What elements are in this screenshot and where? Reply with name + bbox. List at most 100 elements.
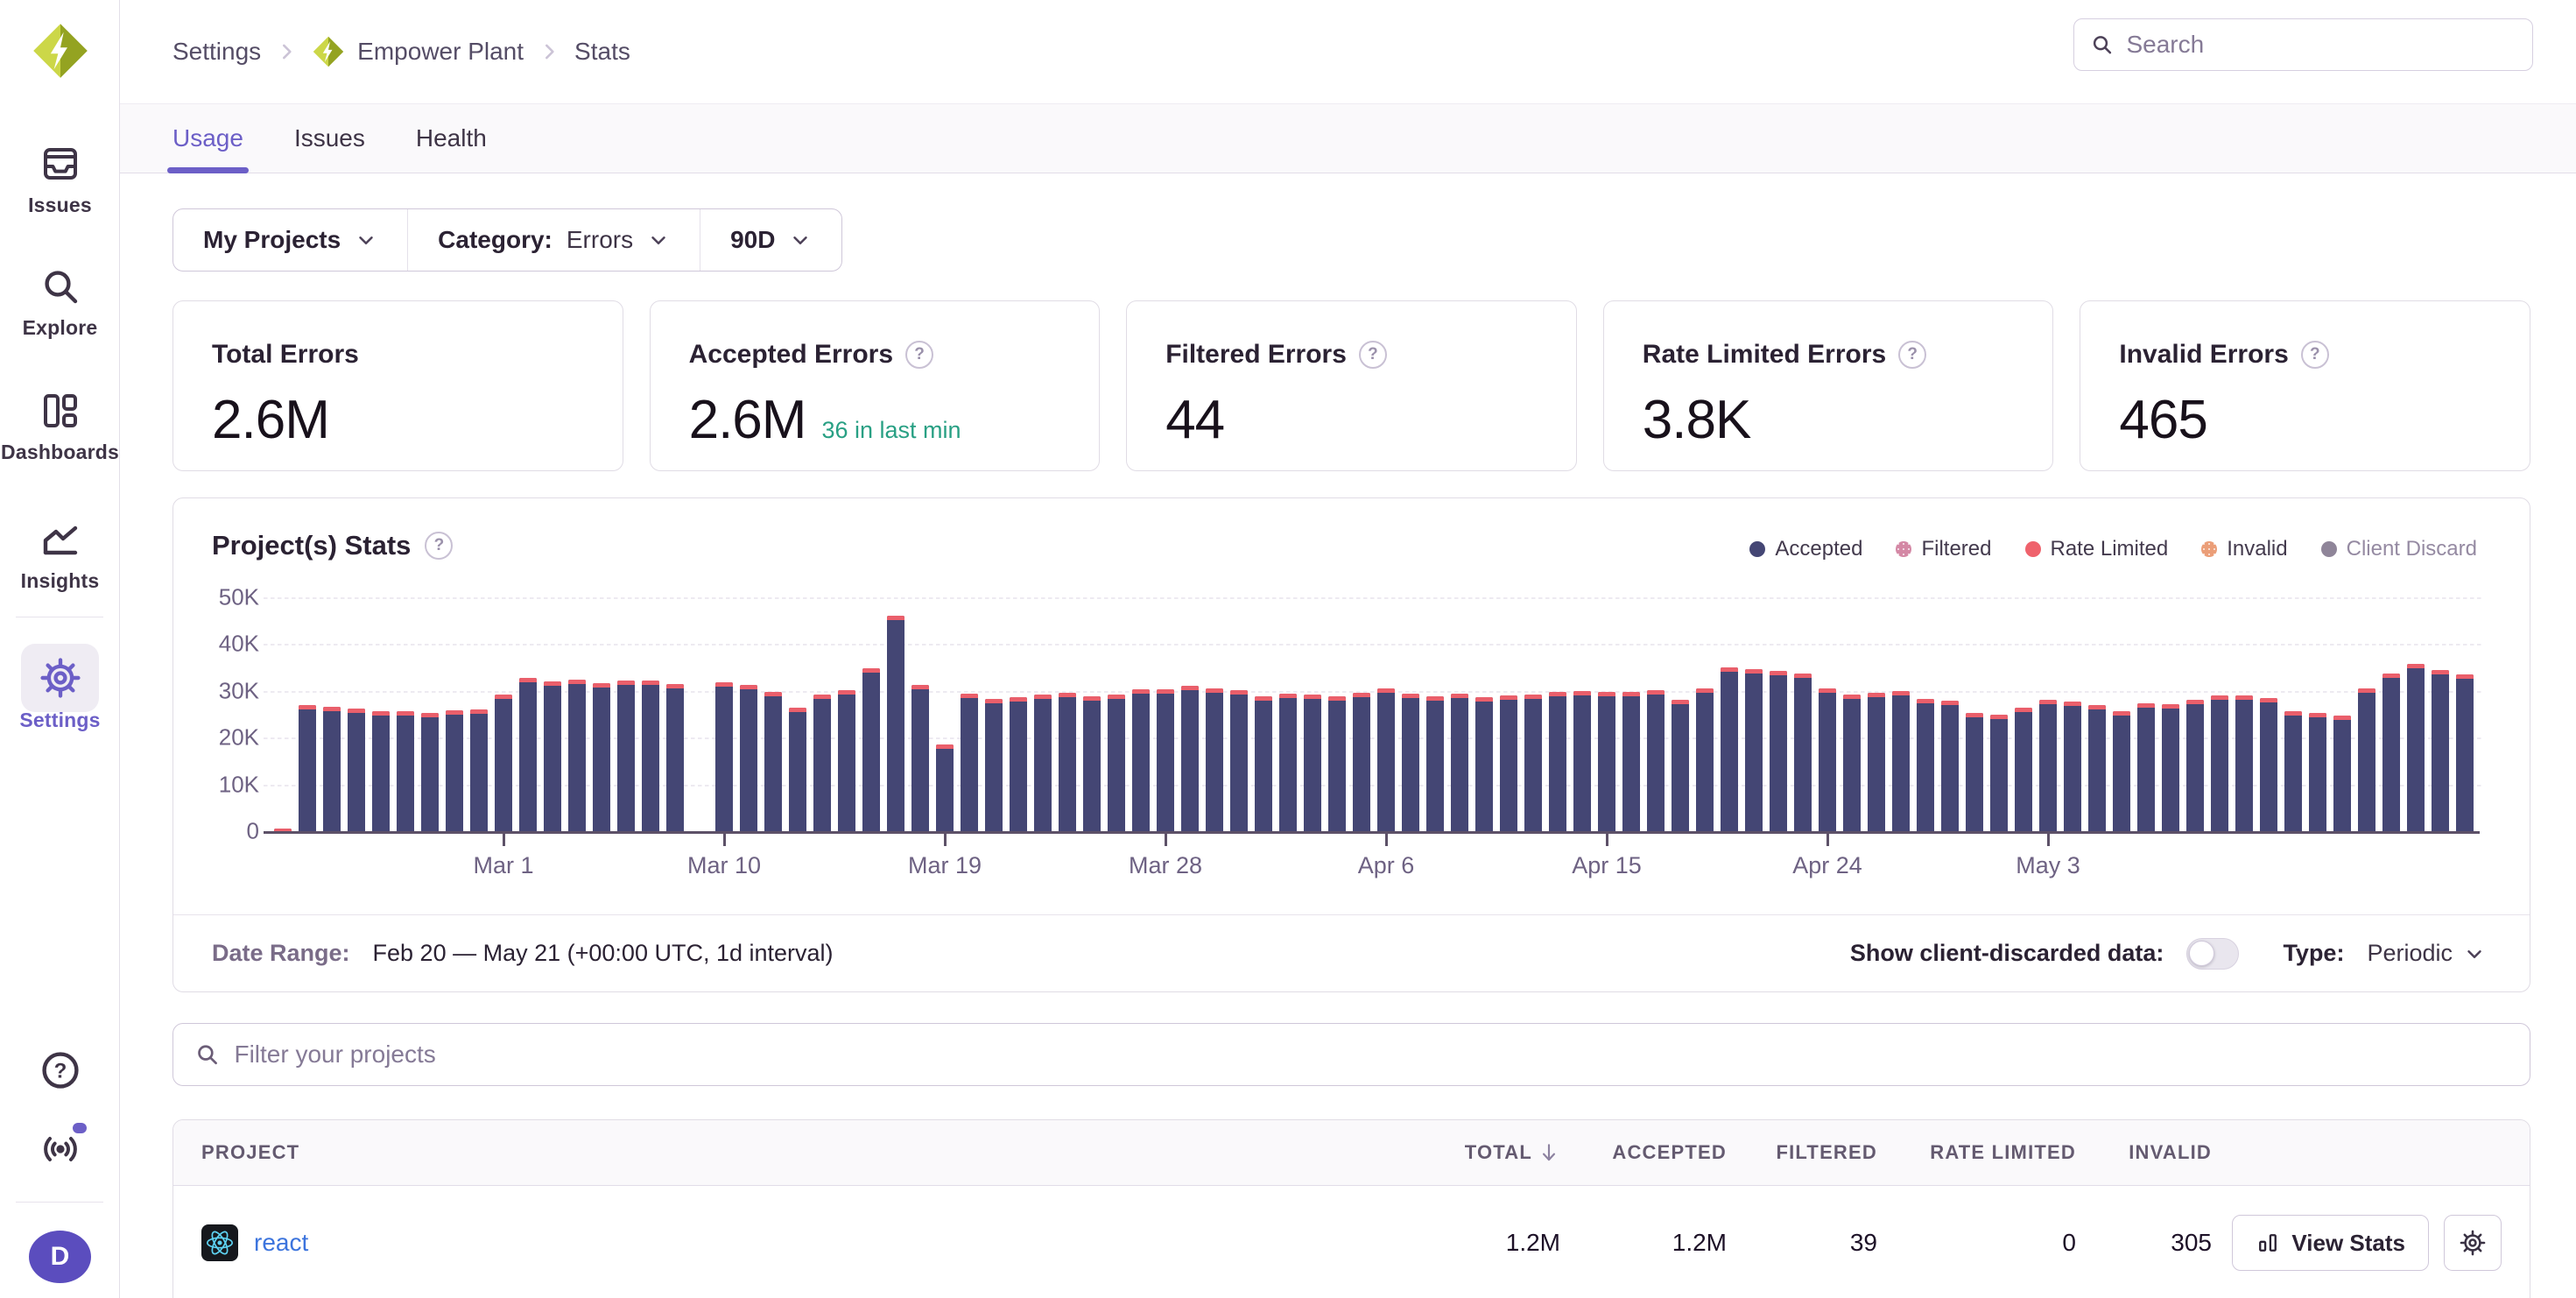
chart-bar-day-10[interactable] xyxy=(519,678,537,831)
chart-bar-day-53[interactable] xyxy=(1573,691,1591,831)
chart-bar-day-63[interactable] xyxy=(1819,688,1836,831)
chart-bar-day-66[interactable] xyxy=(1892,691,1910,831)
client-discard-toggle[interactable] xyxy=(2186,938,2239,970)
chart-bar-day-87[interactable] xyxy=(2407,664,2425,831)
tab-health[interactable]: Health xyxy=(416,104,487,173)
chart-bar-day-62[interactable] xyxy=(1794,674,1812,831)
chart-bar-day-35[interactable] xyxy=(1132,689,1150,831)
chart-bar-day-18[interactable] xyxy=(715,682,733,831)
chart-bar-day-24[interactable] xyxy=(862,668,880,831)
project-link[interactable]: react xyxy=(254,1229,308,1257)
chart-bar-day-69[interactable] xyxy=(1966,713,1983,831)
chart-bar-day-83[interactable] xyxy=(2309,713,2326,831)
chart-bar-day-31[interactable] xyxy=(1034,695,1052,831)
chart-bar-day-5[interactable] xyxy=(397,711,414,831)
chart-bar-day-28[interactable] xyxy=(961,694,978,831)
sidebar-item-issues[interactable]: Issues xyxy=(0,143,120,217)
chart-bar-day-67[interactable] xyxy=(1917,699,1934,831)
card-help-icon[interactable]: ? xyxy=(1898,341,1926,369)
global-search[interactable] xyxy=(2073,18,2533,71)
chart-bar-day-77[interactable] xyxy=(2162,704,2179,831)
card-help-icon[interactable]: ? xyxy=(1359,341,1387,369)
category-filter-dropdown[interactable]: Category: Errors xyxy=(407,209,700,271)
column-header-invalid[interactable]: INVALID xyxy=(2076,1141,2212,1164)
chart-bar-day-64[interactable] xyxy=(1843,695,1861,831)
chart-bar-day-2[interactable] xyxy=(323,707,341,831)
chart-bar-day-80[interactable] xyxy=(2235,695,2253,831)
chart-bar-day-89[interactable] xyxy=(2456,674,2474,831)
chart-bar-day-84[interactable] xyxy=(2333,716,2351,831)
chart-bar-day-32[interactable] xyxy=(1059,693,1076,831)
sidebar-item-insights[interactable]: Insights xyxy=(0,518,120,593)
column-header-rate-limited[interactable]: RATE LIMITED xyxy=(1877,1141,2076,1164)
chart-bar-day-65[interactable] xyxy=(1868,693,1885,831)
chart-bar-day-68[interactable] xyxy=(1941,701,1959,831)
chart-bar-day-26[interactable] xyxy=(911,685,929,831)
project-settings-button[interactable] xyxy=(2444,1215,2502,1271)
chart-bar-day-15[interactable] xyxy=(642,681,659,831)
chart-bar-day-49[interactable] xyxy=(1475,697,1493,831)
chart-bar-day-45[interactable] xyxy=(1377,688,1395,831)
org-logo[interactable] xyxy=(0,21,120,81)
help-button[interactable]: ? xyxy=(0,1049,120,1091)
chart-bar-day-78[interactable] xyxy=(2186,700,2204,831)
sidebar-item-dashboards[interactable]: Dashboards xyxy=(0,390,120,464)
chart-bar-day-52[interactable] xyxy=(1549,692,1566,831)
chart-bar-day-72[interactable] xyxy=(2039,700,2057,831)
chart-bar-day-54[interactable] xyxy=(1598,692,1615,831)
chart-bar-day-39[interactable] xyxy=(1230,690,1248,831)
chart-bar-day-88[interactable] xyxy=(2432,670,2449,831)
chart-bar-day-57[interactable] xyxy=(1672,700,1689,831)
chart-bar-day-34[interactable] xyxy=(1108,695,1125,831)
chart-bar-day-19[interactable] xyxy=(740,685,757,831)
chart-bar-day-81[interactable] xyxy=(2260,698,2277,831)
chart-bar-day-30[interactable] xyxy=(1010,697,1027,831)
chart-bar-day-74[interactable] xyxy=(2088,705,2106,831)
legend-item-rate-limited[interactable]: Rate Limited xyxy=(2025,537,2169,561)
chart-bar-day-21[interactable] xyxy=(789,708,806,832)
sidebar-item-settings[interactable]: Settings xyxy=(0,656,120,732)
column-header-total[interactable]: TOTAL xyxy=(1381,1141,1560,1164)
chart-bar-day-47[interactable] xyxy=(1426,696,1444,831)
chart-bar-day-9[interactable] xyxy=(495,695,512,831)
project-filter-input[interactable] xyxy=(234,1041,2509,1069)
chart-bar-day-71[interactable] xyxy=(2015,708,2032,832)
card-help-icon[interactable]: ? xyxy=(905,341,933,369)
chart-bar-day-8[interactable] xyxy=(470,709,488,831)
legend-item-client-discard[interactable]: Client Discard xyxy=(2321,537,2477,561)
chart-bar-day-20[interactable] xyxy=(764,692,782,831)
chart-bar-day-12[interactable] xyxy=(568,680,586,831)
chart-bar-day-41[interactable] xyxy=(1279,694,1297,831)
chart-bar-day-73[interactable] xyxy=(2064,702,2081,831)
period-filter-dropdown[interactable]: 90D xyxy=(700,209,841,271)
chart-bar-day-37[interactable] xyxy=(1181,686,1199,831)
chart-bar-day-85[interactable] xyxy=(2358,688,2375,831)
chart-bar-day-6[interactable] xyxy=(421,713,439,831)
chart-bar-day-7[interactable] xyxy=(446,710,463,831)
tab-issues[interactable]: Issues xyxy=(294,104,365,173)
chart-bar-day-27[interactable] xyxy=(936,744,954,831)
chart-bar-day-70[interactable] xyxy=(1990,715,2008,831)
chart-bar-day-33[interactable] xyxy=(1083,696,1101,831)
chart-help-icon[interactable]: ? xyxy=(425,532,453,560)
chart-bar-day-29[interactable] xyxy=(985,699,1003,831)
chart-bar-day-42[interactable] xyxy=(1304,695,1321,831)
chart-bar-day-44[interactable] xyxy=(1353,693,1370,831)
chart-bar-day-3[interactable] xyxy=(348,709,365,831)
chart-bar-day-25[interactable] xyxy=(887,616,904,831)
breadcrumb-settings[interactable]: Settings xyxy=(172,38,261,66)
projects-filter-dropdown[interactable]: My Projects xyxy=(173,209,407,271)
project-filter-box[interactable] xyxy=(172,1023,2530,1086)
chart-bar-day-43[interactable] xyxy=(1328,696,1346,831)
chart-bar-day-56[interactable] xyxy=(1647,690,1665,831)
type-dropdown[interactable]: Periodic xyxy=(2367,940,2486,967)
chart-bar-day-51[interactable] xyxy=(1524,695,1542,831)
chart-bar-day-22[interactable] xyxy=(813,695,831,831)
chart-bar-day-59[interactable] xyxy=(1721,667,1738,831)
chart-bar-day-4[interactable] xyxy=(372,711,390,831)
chart-bar-day-60[interactable] xyxy=(1745,669,1763,831)
whats-new-button[interactable] xyxy=(0,1128,120,1170)
card-help-icon[interactable]: ? xyxy=(2301,341,2329,369)
chart-bar-day-16[interactable] xyxy=(666,684,684,831)
search-input[interactable] xyxy=(2126,31,2516,59)
